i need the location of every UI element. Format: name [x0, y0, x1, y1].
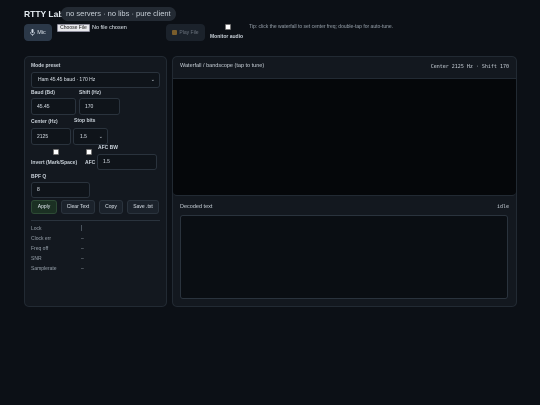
app-title: RTTY Lab	[24, 9, 64, 19]
mode-preset-label: Mode preset	[31, 63, 61, 69]
shift-label: Shift (Hz)	[79, 90, 101, 96]
save-txt-button[interactable]: Save .txt	[127, 200, 159, 214]
chevron-down-icon: ⌄	[98, 133, 103, 140]
stat-label-lock: Lock	[31, 226, 42, 232]
mode-preset-select[interactable]: Ham 45.45 baud · 170 Hz ⌄	[31, 72, 160, 88]
play-file-icon	[172, 30, 178, 35]
apply-button[interactable]: Apply	[31, 200, 57, 214]
center-input[interactable]: 2125	[31, 128, 71, 145]
file-status: No file chosen	[92, 24, 127, 31]
stop-bits-label: Stop bits	[74, 118, 96, 124]
clear-text-button[interactable]: Clear Text	[61, 200, 95, 214]
waterfall-title: Waterfall / bandscope (tap to tune)	[180, 63, 265, 69]
afc-bw-label: AFC BW	[98, 145, 118, 151]
chevron-down-icon: ⌄	[150, 77, 155, 83]
choose-file-button[interactable]: Choose File	[57, 24, 90, 32]
mic-label: Mic	[37, 29, 46, 36]
shift-input[interactable]: 170	[79, 98, 120, 115]
play-file-label: Play File	[179, 29, 199, 36]
mic-button[interactable]: Mic	[24, 24, 52, 41]
invert-label: Invert (Mark/Space)	[31, 160, 78, 166]
mic-icon	[30, 29, 36, 36]
baud-label: Baud (Bd)	[31, 90, 55, 96]
tagline-pill: no servers · no libs · pure client	[61, 7, 176, 21]
decoded-text-area[interactable]	[180, 215, 508, 299]
stat-value-samplerate: –	[81, 266, 84, 272]
bpf-q-input[interactable]: 8	[31, 182, 90, 198]
mode-preset-value: Ham 45.45 baud · 170 Hz	[38, 77, 96, 83]
baud-input[interactable]: 45.45	[31, 98, 76, 115]
stop-bits-select[interactable]: 1.5 ⌄	[73, 128, 108, 145]
monitor-audio-label: Monitor audio	[210, 34, 244, 40]
tip-text: Tip: click the waterfall to set center f…	[249, 24, 394, 30]
center-label: Center (Hz)	[31, 119, 58, 125]
bpf-q-label: BPF Q	[31, 174, 47, 180]
stat-label-snr: SNR	[31, 256, 42, 262]
monitor-audio-checkbox[interactable]	[225, 24, 231, 30]
stat-label-clock-err: Clock err	[31, 236, 52, 242]
stat-value-freq-off: –	[81, 246, 84, 252]
stat-label-freq-off: Freq off	[31, 246, 49, 252]
afc-checkbox[interactable]	[86, 149, 92, 155]
stat-value-snr: –	[81, 256, 84, 262]
waterfall-info: Center 2125 Hz · Shift 170	[430, 64, 509, 70]
afc-bw-input[interactable]: 1.5	[97, 154, 157, 170]
decoded-title: Decoded text	[180, 204, 213, 210]
waterfall-canvas[interactable]	[173, 78, 516, 196]
afc-label: AFC	[85, 160, 96, 166]
decoder-status: idle	[496, 204, 509, 210]
lock-indicator	[81, 225, 82, 231]
divider	[31, 220, 160, 221]
stat-value-clock-err: –	[81, 236, 84, 242]
play-file-button[interactable]: Play File	[166, 24, 205, 41]
stat-label-samplerate: Samplerate	[31, 266, 57, 272]
stop-bits-value: 1.5	[80, 133, 87, 140]
copy-button[interactable]: Copy	[99, 200, 123, 214]
invert-checkbox[interactable]	[53, 149, 59, 155]
